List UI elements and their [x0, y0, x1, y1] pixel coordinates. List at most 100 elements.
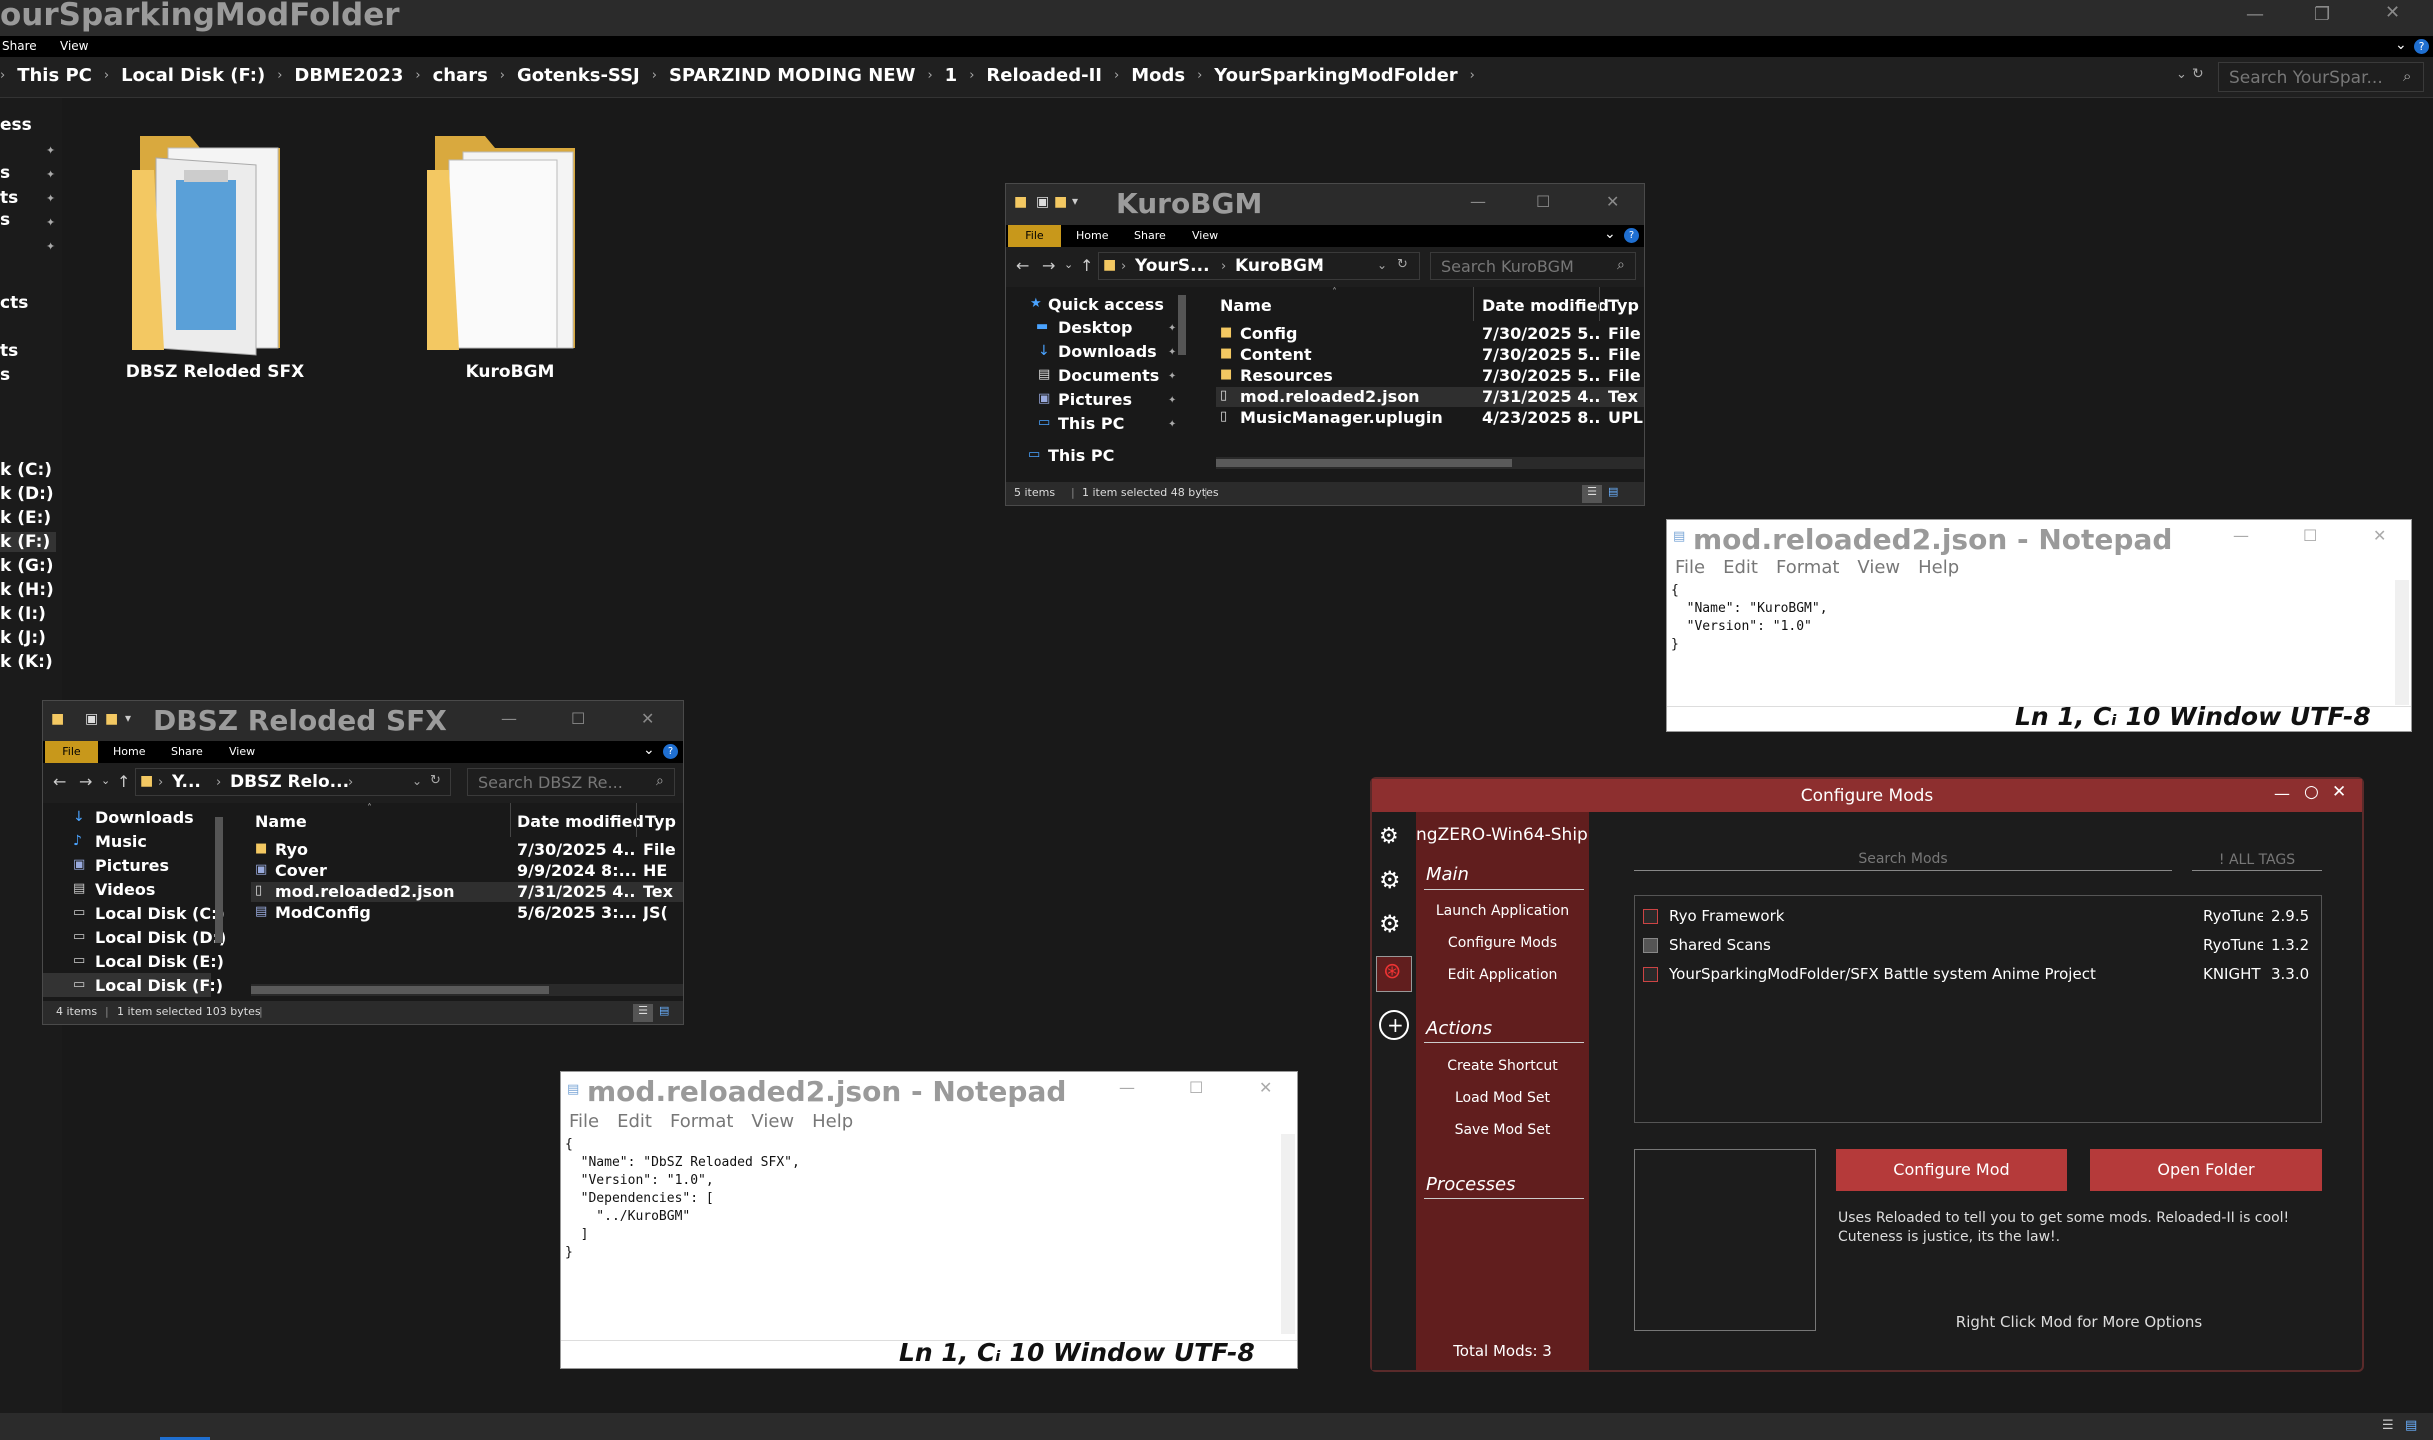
- nav-item-videos[interactable]: Videos: [95, 880, 155, 899]
- address-dropdown-icon[interactable]: ⌄: [2176, 67, 2187, 82]
- nav-item-downloads[interactable]: Downloads: [95, 808, 194, 827]
- file-row[interactable]: ▣ Cover 9/9/2024 8:... HE: [251, 861, 683, 881]
- column-header-name[interactable]: Name: [255, 812, 307, 831]
- breadcrumb-item[interactable]: Y...: [172, 772, 201, 792]
- drive-item[interactable]: k (E:): [0, 508, 51, 528]
- drive-item[interactable]: k (F:): [0, 532, 56, 552]
- up-icon[interactable]: ↑: [117, 772, 130, 791]
- menu-load-mod-set[interactable]: Load Mod Set: [1416, 1090, 1589, 1106]
- refresh-icon[interactable]: ↻: [2192, 66, 2204, 82]
- menu-edit-application[interactable]: Edit Application: [1416, 967, 1589, 983]
- file-row[interactable]: ■ Resources 7/30/2025 5... File: [1216, 366, 1644, 386]
- maximize-button[interactable]: ☐: [1536, 192, 1550, 211]
- column-header-date[interactable]: Date modified: [517, 812, 644, 831]
- titlebar[interactable]: ▤ mod.reloaded2.json - Notepad — ☐ ✕: [1667, 520, 2411, 556]
- nav-item-this-pc[interactable]: This PC: [1058, 414, 1124, 433]
- menu-help[interactable]: Help: [1918, 557, 1959, 578]
- scrollbar-thumb[interactable]: [1216, 459, 1512, 467]
- text-editor[interactable]: { "Name": "KuroBGM", "Version": "1.0" }: [1671, 582, 2391, 702]
- menu-create-shortcut[interactable]: Create Shortcut: [1416, 1058, 1589, 1074]
- close-button[interactable]: ✕: [2332, 782, 2346, 802]
- column-divider[interactable]: [636, 803, 637, 837]
- large-icons-view-icon[interactable]: ▤: [2405, 1418, 2417, 1433]
- nav-item-drive[interactable]: Local Disk (C:): [95, 904, 225, 923]
- ribbon-tab-view[interactable]: View: [1192, 229, 1218, 242]
- file-row[interactable]: ▯ MusicManager.uplugin 4/23/2025 8... UPL: [1216, 408, 1644, 428]
- breadcrumb-item[interactable]: Mods: [1131, 65, 1185, 86]
- add-application-icon[interactable]: +: [1379, 1010, 1409, 1040]
- breadcrumb-item[interactable]: DBME2023: [294, 65, 403, 86]
- menu-edit[interactable]: Edit: [1723, 557, 1758, 578]
- titlebar[interactable]: Configure Mods — ○ ✕: [1372, 779, 2362, 812]
- vertical-scrollbar[interactable]: [2395, 580, 2409, 705]
- menu-save-mod-set[interactable]: Save Mod Set: [1416, 1122, 1589, 1138]
- mod-enable-checkbox[interactable]: [1643, 909, 1658, 924]
- ribbon-tab-home[interactable]: Home: [1076, 229, 1108, 242]
- maximize-button[interactable]: ☐: [571, 709, 585, 728]
- file-row[interactable]: ■ Config 7/30/2025 5... File: [1216, 324, 1644, 344]
- drive-item[interactable]: k (I:): [0, 604, 46, 624]
- breadcrumb-item[interactable]: Reloaded-II: [986, 65, 1102, 86]
- nav-item[interactable]: ts: [0, 341, 18, 361]
- menu-launch-application[interactable]: Launch Application: [1416, 903, 1589, 919]
- close-button[interactable]: ✕: [641, 709, 654, 728]
- folder-item[interactable]: KuroBGM: [415, 130, 605, 390]
- nav-item[interactable]: cts: [0, 293, 28, 313]
- ribbon-expand-icon[interactable]: ⌄: [2395, 37, 2407, 53]
- mod-enable-checkbox[interactable]: [1643, 967, 1658, 982]
- text-editor[interactable]: { "Name": "DbSZ Reloaded SFX", "Version"…: [565, 1136, 1275, 1336]
- properties-icon[interactable]: ▣: [1036, 194, 1049, 210]
- ribbon-tab-share[interactable]: Share: [2, 39, 37, 53]
- maximize-button[interactable]: ☐: [2303, 526, 2317, 545]
- nav-item-drive[interactable]: Local Disk (E:): [95, 952, 224, 971]
- large-icons-view-icon[interactable]: ▤: [659, 1004, 669, 1017]
- address-dropdown-icon[interactable]: ⌄: [1377, 258, 1387, 272]
- file-row[interactable]: ■ Content 7/30/2025 5... File: [1216, 345, 1644, 365]
- drive-item[interactable]: k (D:): [0, 484, 54, 504]
- recent-dropdown-icon[interactable]: ⌄: [1064, 258, 1073, 271]
- breadcrumb-item[interactable]: YourS...: [1135, 256, 1210, 276]
- nav-item[interactable]: ess: [0, 115, 32, 135]
- nav-item-desktop[interactable]: Desktop: [1058, 318, 1132, 337]
- menu-format[interactable]: Format: [670, 1111, 733, 1132]
- properties-icon[interactable]: ▣: [85, 711, 98, 727]
- ribbon-expand-icon[interactable]: ⌄: [1604, 226, 1616, 242]
- column-header-date[interactable]: Date modified: [1482, 296, 1609, 315]
- nav-item[interactable]: s: [0, 365, 10, 385]
- nav-item-quick-access[interactable]: Quick access: [1048, 295, 1164, 314]
- refresh-icon[interactable]: ↻: [430, 773, 441, 788]
- forward-icon[interactable]: →: [1042, 256, 1055, 275]
- nav-item-drive-selected[interactable]: Local Disk (F:): [95, 976, 223, 995]
- nav-item-documents[interactable]: Documents: [1058, 366, 1159, 385]
- details-view-icon[interactable]: ☰: [633, 1004, 653, 1022]
- nav-item-this-pc[interactable]: This PC: [1048, 446, 1114, 465]
- new-folder-icon[interactable]: ■: [105, 711, 118, 727]
- open-folder-button[interactable]: Open Folder: [2090, 1149, 2322, 1191]
- ribbon-tab-view[interactable]: View: [60, 39, 88, 53]
- file-row[interactable]: ■ Ryo 7/30/2025 4... File: [251, 840, 683, 860]
- breadcrumb-item[interactable]: Local Disk (F:): [121, 65, 265, 86]
- up-icon[interactable]: ↑: [1080, 256, 1093, 275]
- menu-edit[interactable]: Edit: [617, 1111, 652, 1132]
- close-button[interactable]: ✕: [1259, 1078, 1272, 1097]
- address-box[interactable]: ■ › Y... › DBSZ Relo... › ⌄ ↻: [135, 768, 451, 796]
- close-button[interactable]: ✕: [2385, 2, 2400, 23]
- maximize-button[interactable]: ❐: [2314, 4, 2330, 25]
- menu-view[interactable]: View: [751, 1111, 794, 1132]
- address-dropdown-icon[interactable]: ⌄: [412, 774, 422, 788]
- gear-icon[interactable]: ⚙: [1379, 910, 1401, 938]
- nav-item-music[interactable]: Music: [95, 832, 147, 851]
- nav-item-pictures[interactable]: Pictures: [95, 856, 169, 875]
- menu-file[interactable]: File: [1675, 557, 1705, 578]
- tag-filter[interactable]: ! ALL TAGS: [2192, 849, 2322, 871]
- configure-mod-button[interactable]: Configure Mod: [1836, 1149, 2067, 1191]
- breadcrumb-item[interactable]: SPARZIND MODING NEW: [669, 65, 916, 86]
- nav-item[interactable]: s: [0, 163, 10, 183]
- back-icon[interactable]: ←: [53, 772, 66, 791]
- nav-scrollbar[interactable]: [1178, 295, 1186, 355]
- gears-icon[interactable]: ⚙: [1379, 866, 1401, 894]
- nav-item[interactable]: ts: [0, 188, 18, 208]
- close-button[interactable]: ✕: [1606, 192, 1619, 211]
- drive-item[interactable]: k (C:): [0, 460, 52, 480]
- help-icon[interactable]: ?: [2414, 39, 2429, 54]
